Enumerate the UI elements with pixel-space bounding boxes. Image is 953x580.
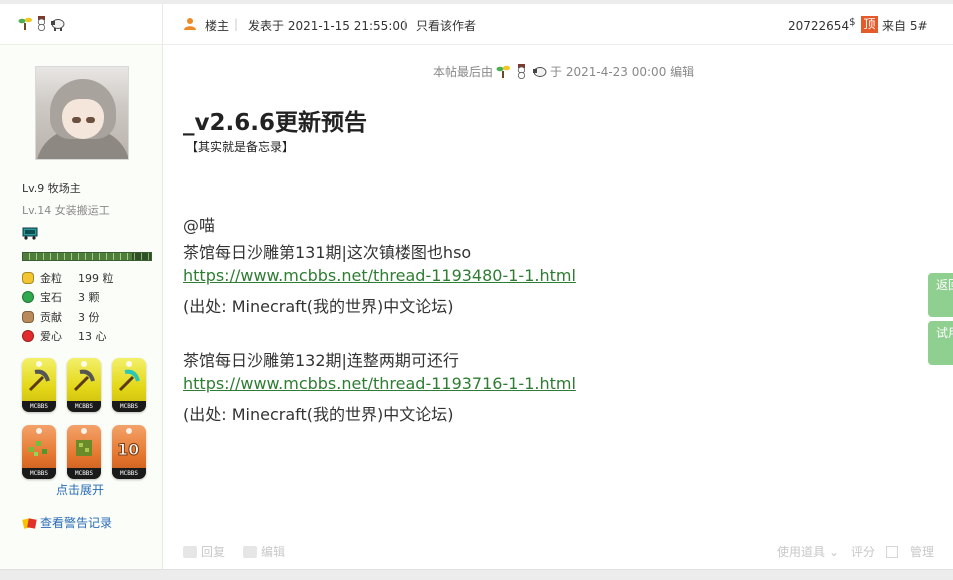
post-subtitle: 【其实就是备忘录】 <box>186 140 295 154</box>
thread-link[interactable]: https://www.mcbbs.net/thread-1193480-1-1… <box>183 266 576 285</box>
post-line: @喵 <box>183 216 216 235</box>
username-icons[interactable] <box>18 16 65 31</box>
separator: | <box>234 17 239 31</box>
feedback-button[interactable]: 试用反馈 <box>928 321 953 365</box>
top-button[interactable]: 顶 <box>861 16 878 33</box>
badge-tag: MCBBS <box>112 468 146 479</box>
pencil-icon <box>243 545 257 558</box>
sprout-icon <box>496 65 511 78</box>
user-icon <box>184 18 196 30</box>
stat-label: 爱心 <box>40 330 62 344</box>
user-sidebar: Lv.9 牧场主 Lv.14 女装搬运工 金粒 199 粒宝石 3 颗贡献 3 份爱心… <box>0 4 163 569</box>
user-uid: 20722654$ <box>788 17 856 33</box>
post-line: (出处: Minecraft(我的世界)中文论坛) <box>183 297 454 316</box>
apple-icon <box>22 330 34 343</box>
separator: | <box>403 17 408 31</box>
stat-label: 贡献 <box>40 310 62 324</box>
snowman-icon <box>517 64 526 79</box>
reply-button[interactable]: 回复 <box>183 543 225 560</box>
username-bar <box>0 4 162 45</box>
svg-text:10: 10 <box>117 440 139 459</box>
stat-value: 3 颗 <box>78 291 100 305</box>
bottom-border <box>0 569 953 580</box>
medal-badge[interactable]: MCBBS <box>67 358 101 412</box>
badge-tag: MCBBS <box>112 401 146 412</box>
use-item-button[interactable]: 使用道具 ⌄ <box>777 543 839 560</box>
badge-tag: MCBBS <box>22 401 56 412</box>
stat-row: 金粒 199 粒 <box>22 268 152 288</box>
level-progress-bar <box>22 252 152 261</box>
cookie-icon <box>22 310 34 323</box>
stat-value: 3 份 <box>78 310 100 324</box>
thread-link[interactable]: https://www.mcbbs.net/thread-1193716-1-1… <box>183 374 576 393</box>
emerald-icon <box>22 291 34 304</box>
back-to-old-button[interactable]: 返回旧版 <box>928 273 953 317</box>
sprout-icon <box>18 17 32 30</box>
post-line: (出处: Minecraft(我的世界)中文论坛) <box>183 405 454 424</box>
manage-control[interactable]: 管理 <box>886 543 934 560</box>
post-title: _v2.6.6更新预告 <box>183 110 367 136</box>
medal-badge[interactable]: MCBBS <box>112 358 146 412</box>
chevron-down-icon: ⌄ <box>829 544 840 559</box>
edit-notice: 本帖最后由 于 2021-4-23 00:00 编辑 <box>433 64 695 79</box>
warning-card-icon <box>22 517 37 529</box>
reply-icon <box>183 545 197 558</box>
medal-badge[interactable]: MCBBS <box>22 358 56 412</box>
medal-badges: MCBBS MCBBS MCBBS MCBBS MCBBS 10 MCBBS <box>22 358 148 479</box>
badge-tag: MCBBS <box>67 468 101 479</box>
edit-button[interactable]: 编辑 <box>243 543 285 560</box>
post-header: 楼主 | 发表于 2021-1-15 21:55:00 | 只看该作者 2072… <box>163 4 953 45</box>
posted-time: 发表于 2021-1-15 21:55:00 <box>248 19 408 33</box>
stat-row: 爱心 13 心 <box>22 327 152 347</box>
user-stats: 金粒 199 粒宝石 3 颗贡献 3 份爱心 13 心 <box>22 268 152 346</box>
op-label: 楼主 <box>205 19 230 33</box>
medal-badge[interactable]: MCBBS <box>67 425 101 479</box>
badge-tag: MCBBS <box>67 401 101 412</box>
post-line: 茶馆每日沙雕第132期|连整两期可还行 <box>183 351 459 370</box>
stat-row: 贡献 3 份 <box>22 307 152 327</box>
stat-row: 宝石 3 颗 <box>22 288 152 308</box>
avatar[interactable] <box>35 66 129 160</box>
user-sub-level: Lv.14 女装搬运工 <box>22 204 110 217</box>
only-author-link[interactable]: 只看该作者 <box>416 17 476 34</box>
post-line: https://www.mcbbs.net/thread-1193480-1-1… <box>183 266 576 285</box>
stat-label: 金粒 <box>40 271 62 285</box>
warning-records-label: 查看警告记录 <box>40 516 113 530</box>
warning-records-link[interactable]: 查看警告记录 <box>22 514 112 531</box>
post-line: 茶馆每日沙雕第131期|这次镇楼图也hso <box>183 243 472 262</box>
user-level: Lv.9 牧场主 <box>22 182 81 195</box>
minecart-icon <box>22 227 38 240</box>
manage-checkbox[interactable] <box>886 545 898 558</box>
medal-badge[interactable]: MCBBS <box>22 425 56 479</box>
stat-value: 13 心 <box>78 330 107 344</box>
badge-tag: MCBBS <box>22 468 56 479</box>
expand-badges-link[interactable]: 点击展开 <box>56 481 104 498</box>
gold-nugget-icon <box>22 271 34 284</box>
snowman-icon <box>37 16 46 31</box>
stat-label: 宝石 <box>40 291 62 305</box>
floor-number[interactable]: 来自 5# <box>882 17 928 34</box>
medal-badge[interactable]: 10 MCBBS <box>112 425 146 479</box>
rate-button[interactable]: 评分 <box>851 543 875 560</box>
post-line: https://www.mcbbs.net/thread-1193716-1-1… <box>183 374 576 393</box>
sheep-icon <box>51 19 65 31</box>
sheep-icon <box>533 67 547 77</box>
stat-value: 199 粒 <box>78 271 114 285</box>
